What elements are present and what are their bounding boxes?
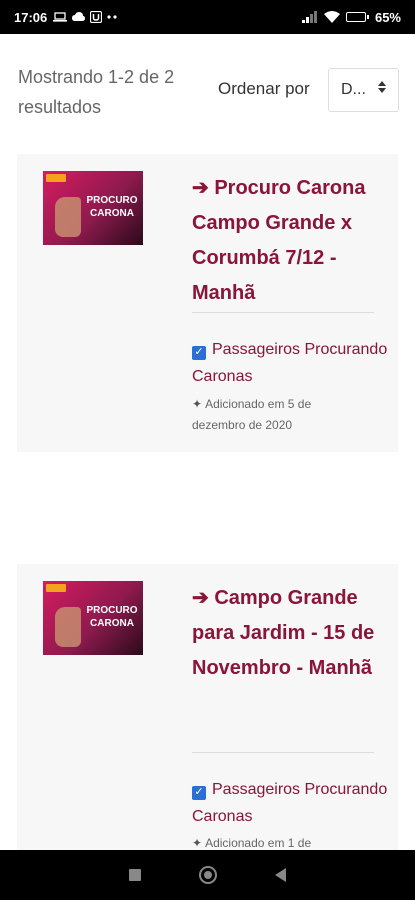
sort-dropdown[interactable]: D... <box>328 68 399 112</box>
sort-arrows-icon <box>378 81 386 93</box>
status-bar-left: 17:06 <box>14 10 117 25</box>
thumbnail-text: Procuro Carona <box>86 195 138 219</box>
u-badge-icon <box>90 11 103 23</box>
date-added: ✦Adicionado em 1 de dezembro de 2020 <box>192 833 362 850</box>
product-card[interactable]: Procuro Carona ➔ Procuro Carona Campo Gr… <box>17 154 398 452</box>
sort-label: Ordenar por <box>218 79 310 98</box>
product-card[interactable]: Procuro Carona ➔ Campo Grande para Jardi… <box>17 564 398 850</box>
status-time: 17:06 <box>14 9 48 25</box>
product-category[interactable]: ✓ Passageiros Procurando Caronas <box>192 336 392 390</box>
home-button-icon[interactable] <box>199 866 217 884</box>
battery-percent: 65% <box>374 9 401 25</box>
divider <box>192 312 374 313</box>
thumbnail-text: Procuro Carona <box>86 605 138 629</box>
date-added: ✦ Adicionado em 5 de dezembro de 2020 <box>192 394 362 436</box>
thumbs-up-hand-icon <box>55 197 81 237</box>
date-added-text: Adicionado em 1 de dezembro de 2020 <box>205 836 312 850</box>
notification-icons <box>53 11 117 23</box>
more-dots-icon <box>107 15 117 19</box>
status-bar-right: 65% <box>301 9 401 25</box>
divider <box>192 752 374 753</box>
product-category[interactable]: ✓ Passageiros Procurando Caronas <box>192 776 392 830</box>
system-nav-bar <box>0 850 415 900</box>
signal-icon <box>301 11 318 23</box>
page-content[interactable]: Mostrando 1-2 de 2 resultados Ordenar po… <box>0 34 415 850</box>
plus-icon: ✦ <box>192 836 203 850</box>
back-button-icon[interactable] <box>275 868 286 882</box>
category-link[interactable]: Passageiros Procurando Caronas <box>192 341 387 385</box>
thumbs-up-hand-icon <box>55 607 81 647</box>
cloud-sync-icon <box>72 12 86 22</box>
laptop-icon <box>53 12 68 22</box>
sort-selected-value: D... <box>341 81 366 98</box>
recents-button-icon[interactable] <box>129 869 141 881</box>
status-bar: 17:06 65% <box>0 0 415 34</box>
category-link[interactable]: Passageiros Procurando Caronas <box>192 781 387 825</box>
wifi-icon <box>323 11 340 23</box>
plus-icon: ✦ <box>192 397 203 411</box>
brand-logo-icon <box>46 584 66 592</box>
product-thumbnail[interactable]: Procuro Carona <box>43 581 143 655</box>
product-thumbnail[interactable]: Procuro Carona <box>43 171 143 245</box>
date-added-text: Adicionado em 5 de dezembro de 2020 <box>192 397 312 432</box>
checkbox-icon: ✓ <box>192 345 206 360</box>
product-title-link[interactable]: ➔ Procuro Carona Campo Grande x Corumbá … <box>192 171 392 311</box>
result-count: Mostrando 1-2 de 2 resultados <box>18 67 175 117</box>
battery-icon <box>345 12 369 22</box>
results-toolbar: Mostrando 1-2 de 2 resultados Ordenar po… <box>0 34 415 156</box>
product-title-link[interactable]: ➔ Campo Grande para Jardim - 15 de Novem… <box>192 581 392 686</box>
checkbox-icon: ✓ <box>192 785 206 800</box>
brand-logo-icon <box>46 174 66 182</box>
